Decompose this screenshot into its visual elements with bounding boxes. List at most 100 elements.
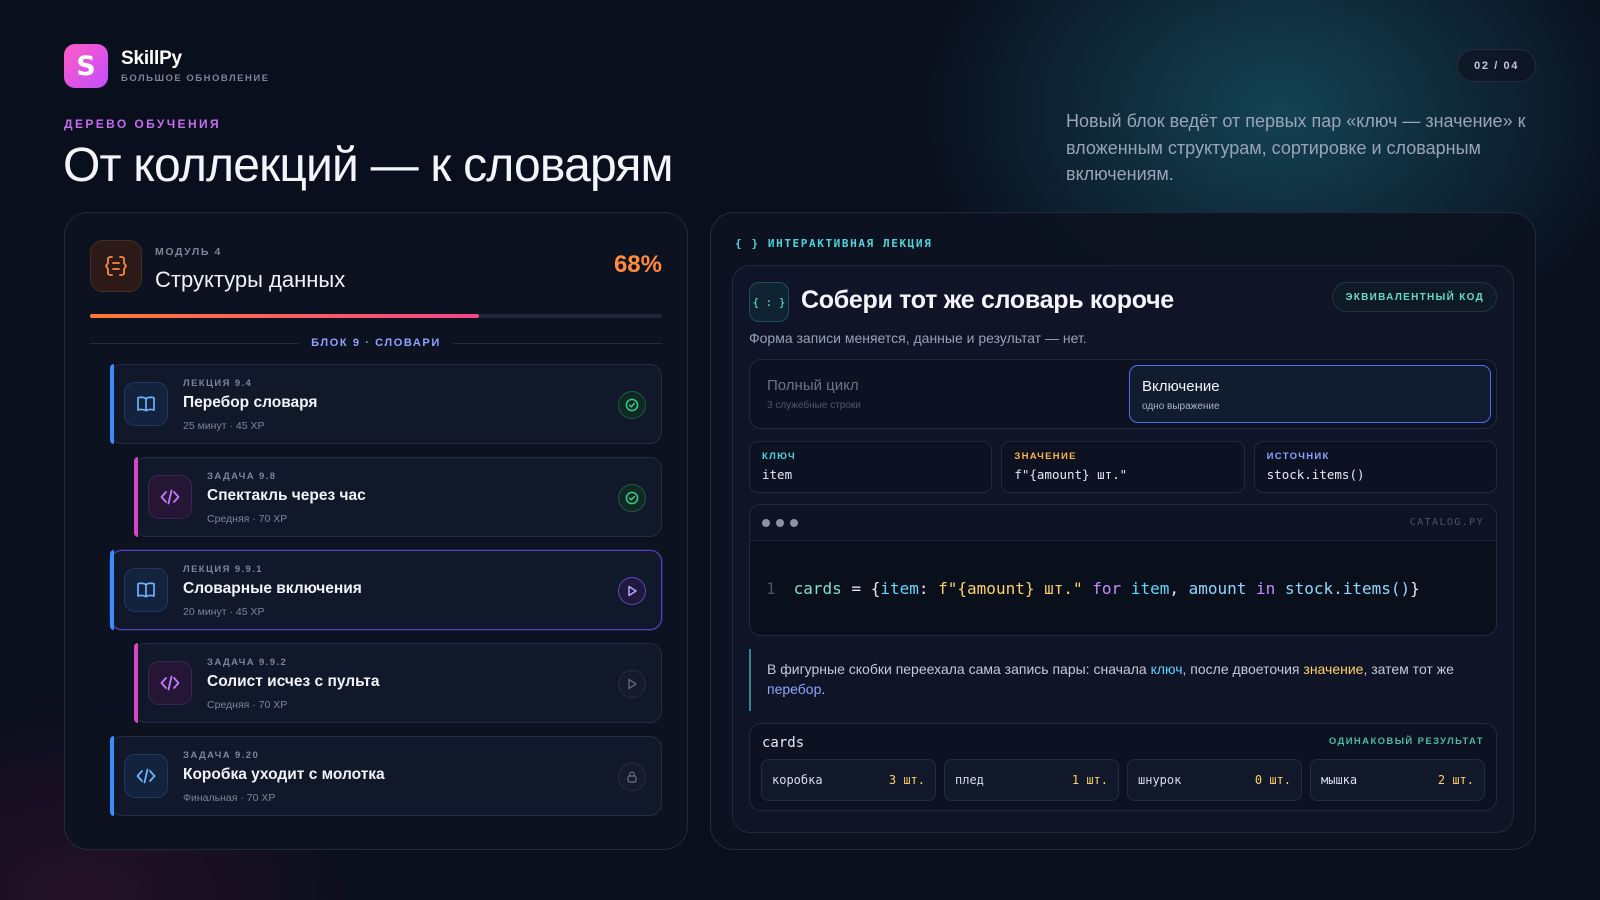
code-token: f"{amount} шт." — [938, 579, 1083, 598]
window-dot — [762, 519, 770, 527]
line-number: 1 — [766, 579, 776, 598]
page-title: От коллекций — к словарям — [63, 139, 674, 192]
item-meta: 25 минут · 45 XP — [183, 420, 265, 432]
page-indicator: 02 / 04 — [1457, 49, 1536, 82]
lecture-panel: { } ИНТЕРАКТИВНАЯ ЛЕКЦИЯ { : } Собери то… — [710, 212, 1536, 850]
window-dot — [776, 519, 784, 527]
code-line: 1 cards = {item: f"{amount} шт." for item… — [766, 579, 1420, 598]
module-title: Структуры данных — [155, 267, 346, 292]
code-token: amount — [1188, 579, 1247, 598]
section-kicker: ДЕРЕВО ОБУЧЕНИЯ — [64, 117, 222, 131]
part-key: ЗНАЧЕНИЕ — [1014, 451, 1077, 462]
window-dot — [790, 519, 798, 527]
option-hint: 3 служебные строки — [767, 400, 861, 411]
app-logo: S — [64, 44, 108, 88]
brand-subtitle: БОЛЬШОЕ ОБНОВЛЕНИЕ — [121, 73, 270, 84]
result-value: 1 шт. — [1071, 773, 1108, 787]
block-label-text: БЛОК 9 · СЛОВАРИ — [311, 337, 441, 349]
part-value: f"{amount} шт." — [1014, 467, 1128, 482]
tree-item[interactable]: ЗАДАЧА 9.9.2 Солист исчез с пульта Средняя… — [134, 643, 662, 723]
code-token: stock.items() — [1284, 579, 1411, 598]
item-title: Словарные включения — [183, 580, 362, 597]
part-field: ЗНАЧЕНИЕ f"{amount} шт." — [1001, 441, 1245, 493]
item-accent-bar — [134, 643, 138, 723]
item-kicker: ЗАДАЧА 9.9.2 — [207, 657, 288, 668]
item-meta: 20 минут · 45 XP — [183, 606, 265, 618]
result-key: коробка — [772, 773, 823, 787]
item-accent-bar — [110, 736, 114, 816]
note-text: , затем тот же — [1363, 661, 1454, 677]
result-key: шнурок — [1138, 773, 1182, 787]
code-token: in — [1246, 579, 1285, 598]
check-circle-icon[interactable] — [618, 391, 646, 419]
part-key: ИСТОЧНИК — [1266, 451, 1330, 462]
code-token: item — [880, 579, 919, 598]
code-token: } — [1410, 579, 1420, 598]
code-token: cards — [793, 579, 842, 598]
comprehension-parts: КЛЮЧ item ЗНАЧЕНИЕ f"{amount} шт." ИСТОЧНИК s… — [749, 441, 1497, 493]
item-meta: Средняя · 70 XP — [207, 699, 288, 711]
explanation-note: В фигурные скобки переехала сама запись … — [749, 649, 1497, 711]
note-text: В фигурные скобки переехала сама запись … — [767, 661, 1151, 677]
item-title: Спектакль через час — [207, 487, 366, 504]
editor-titlebar: CATALOG.PY — [750, 505, 1496, 541]
play-icon[interactable] — [618, 577, 646, 605]
result-items: коробка 3 шт. плед 1 шт. шнурок 0 шт. мышка 2 ш… — [761, 759, 1485, 801]
result-key: плед — [955, 773, 984, 787]
option-label: Включение — [1142, 378, 1220, 395]
module-progress-bar — [90, 314, 662, 318]
brand: S SkillPy БОЛЬШОЕ ОБНОВЛЕНИЕ — [64, 44, 270, 88]
page-lede: Новый блок ведёт от первых пар «ключ — з… — [1066, 111, 1526, 184]
tree-item[interactable]: ЛЕКЦИЯ 9.9.1 Словарные включения 20 минут … — [110, 550, 662, 630]
tree-item[interactable]: ЗАДАЧА 9.8 Спектакль через час Средняя · 7… — [134, 457, 662, 537]
play-icon[interactable] — [618, 670, 646, 698]
exercise-title: Собери тот же словарь короче — [801, 286, 1174, 314]
code-token: for — [1082, 579, 1131, 598]
item-accent-bar — [110, 364, 114, 444]
check-circle-icon[interactable] — [618, 484, 646, 512]
part-field: КЛЮЧ item — [749, 441, 993, 493]
item-accent-bar — [110, 550, 114, 630]
result-tag: ОДИНАКОВЫЙ РЕЗУЛЬТАТ — [1328, 736, 1484, 747]
file-name: CATALOG.PY — [1409, 517, 1484, 528]
item-kicker: ЛЕКЦИЯ 9.4 — [183, 378, 253, 389]
result-item: мышка 2 шт. — [1310, 759, 1485, 801]
item-kicker: ЗАДАЧА 9.8 — [207, 471, 277, 482]
dict-braces-icon: { : } — [749, 282, 789, 322]
block-label: БЛОК 9 · СЛОВАРИ — [90, 337, 662, 349]
code-token: : — [918, 579, 939, 598]
module-progress-fill — [90, 314, 479, 318]
note-value-highlight: значение — [1303, 661, 1364, 677]
tree-item[interactable]: ЗАДАЧА 9.20 Коробка уходит с молотка Финал… — [110, 736, 662, 816]
book-icon — [124, 568, 168, 612]
part-key: КЛЮЧ — [762, 451, 797, 462]
item-meta: Финальная · 70 XP — [183, 792, 276, 804]
option-comprehension[interactable]: Включение одно выражение — [1129, 365, 1491, 423]
code-icon — [148, 475, 192, 519]
lock-icon — [618, 763, 646, 791]
item-accent-bar — [134, 457, 138, 537]
item-kicker: ЗАДАЧА 9.20 — [183, 750, 260, 761]
tree-item[interactable]: ЛЕКЦИЯ 9.4 Перебор словаря 25 минут · 45 X… — [110, 364, 662, 444]
braces-doc-icon — [90, 240, 142, 292]
result-item: коробка 3 шт. — [761, 759, 936, 801]
result-item: плед 1 шт. — [944, 759, 1119, 801]
result-value: 0 шт. — [1254, 773, 1291, 787]
exercise-card: { : } Собери тот же словарь короче ЭКВИВ… — [732, 265, 1514, 833]
result-value: 2 шт. — [1437, 773, 1474, 787]
exercise-subtitle: Форма записи меняется, данные и результа… — [749, 330, 1087, 346]
option-full-loop[interactable]: Полный цикл 3 служебные строки — [755, 365, 1117, 423]
result-panel: cards ОДИНАКОВЫЙ РЕЗУЛЬТАТ коробка 3 шт. п… — [749, 723, 1497, 811]
note-text: . — [821, 681, 826, 697]
part-value: stock.items() — [1266, 467, 1365, 482]
result-value: 3 шт. — [888, 773, 925, 787]
part-value: item — [762, 467, 793, 482]
result-key: мышка — [1321, 773, 1358, 787]
module-panel: МОДУЛЬ 4 Структуры данных 68% БЛОК 9 · С… — [64, 212, 688, 850]
form-switch: Полный цикл 3 служебные строки Включение… — [749, 359, 1497, 429]
module-progress-percent: 68% — [613, 251, 662, 278]
code-editor: CATALOG.PY 1 cards = {item: f"{amount} шт… — [749, 504, 1497, 636]
item-title: Перебор словаря — [183, 394, 318, 411]
item-kicker: ЛЕКЦИЯ 9.9.1 — [183, 564, 263, 575]
code-icon — [124, 754, 168, 798]
